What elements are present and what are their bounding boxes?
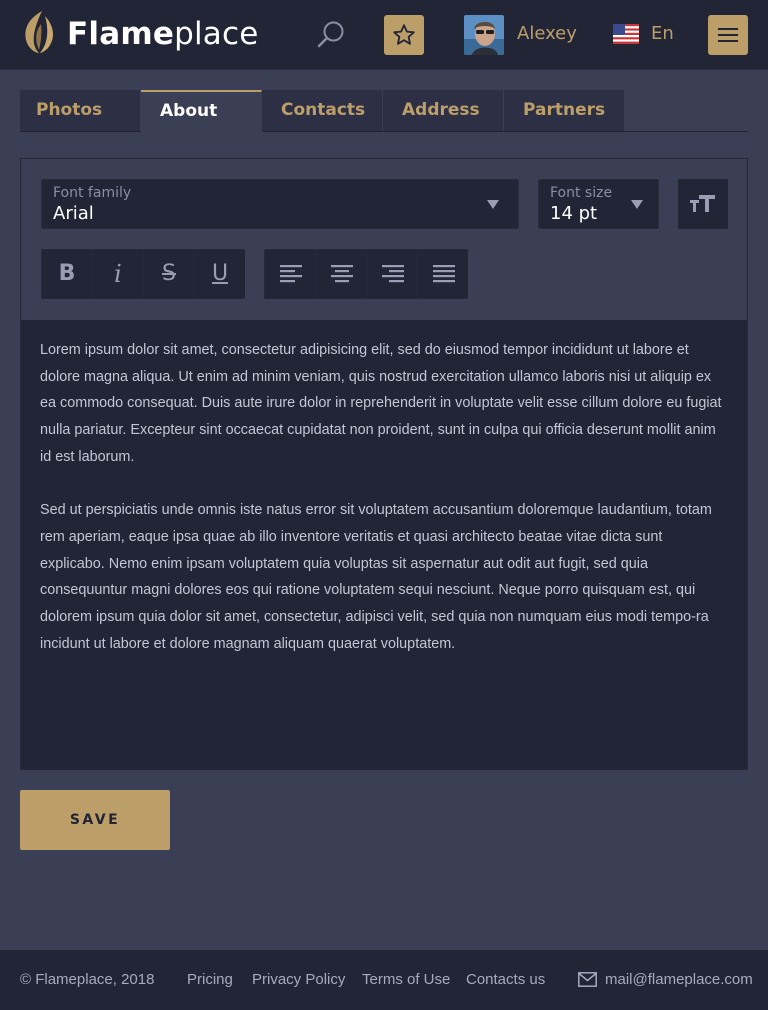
copyright-text: © Flameplace, 2018 xyxy=(20,971,155,988)
align-left-button[interactable] xyxy=(265,250,315,298)
font-size-label: Font size xyxy=(550,185,613,201)
mail-icon xyxy=(578,972,597,987)
about-editor: Font family Arial Font size 14 pt B i S … xyxy=(20,158,748,770)
align-justify-icon xyxy=(433,265,455,283)
font-size-value: 14 pt xyxy=(550,203,598,224)
font-size-select[interactable]: Font size 14 pt xyxy=(538,179,659,229)
underline-button[interactable]: U xyxy=(195,250,245,298)
footer-link-contacts[interactable]: Contacts us xyxy=(466,970,545,990)
bold-button[interactable]: B xyxy=(42,250,92,298)
editor-content-area[interactable]: Lorem ipsum dolor sit amet, consectetur … xyxy=(21,320,747,769)
align-right-button[interactable] xyxy=(367,250,417,298)
brand-light-text: place xyxy=(174,16,259,52)
tab-about[interactable]: About xyxy=(141,90,262,132)
align-center-button[interactable] xyxy=(316,250,366,298)
favorites-button[interactable] xyxy=(384,15,424,55)
font-family-label: Font family xyxy=(53,185,132,201)
text-size-icon xyxy=(690,195,715,212)
tab-address[interactable]: Address xyxy=(383,90,504,131)
save-button[interactable]: SAVE xyxy=(20,790,170,850)
tab-contacts[interactable]: Contacts xyxy=(262,90,383,131)
tab-photos[interactable]: Photos xyxy=(20,90,141,131)
brand-name[interactable]: Flameplace xyxy=(67,14,258,54)
content-paragraph: Sed ut perspiciatis unde omnis iste natu… xyxy=(40,502,712,652)
text-format-group: B i S U xyxy=(41,249,245,299)
underline-icon: U xyxy=(211,261,229,286)
align-justify-button[interactable] xyxy=(418,250,468,298)
profile-tabs: Photos About Contacts Address Partners xyxy=(20,90,748,132)
italic-icon: i xyxy=(114,260,122,288)
italic-button[interactable]: i xyxy=(93,250,143,298)
bold-icon: B xyxy=(58,261,76,286)
align-left-icon xyxy=(280,265,302,283)
strikethrough-icon: S xyxy=(162,261,176,286)
footer-link-terms-of-use[interactable]: Terms of Use xyxy=(362,970,450,990)
search-icon[interactable] xyxy=(314,18,348,52)
footer-email-link[interactable]: mail@flameplace.com xyxy=(605,970,753,990)
tab-partners[interactable]: Partners xyxy=(504,90,625,131)
footer-link-pricing[interactable]: Pricing xyxy=(187,970,233,990)
chevron-down-icon xyxy=(631,200,643,209)
star-icon xyxy=(393,24,415,45)
menu-line xyxy=(718,28,738,30)
hamburger-menu-button[interactable] xyxy=(708,15,748,55)
footer: © Flameplace, 2018 Pricing Privacy Polic… xyxy=(0,950,768,1010)
menu-line xyxy=(718,34,738,36)
menu-line xyxy=(718,40,738,42)
font-family-value: Arial xyxy=(53,203,94,224)
text-size-button[interactable] xyxy=(678,179,728,229)
align-center-icon xyxy=(331,265,353,283)
top-header: Flameplace Alexey En xyxy=(0,0,768,70)
font-family-select[interactable]: Font family Arial xyxy=(41,179,519,229)
user-name[interactable]: Alexey xyxy=(517,23,577,45)
chevron-down-icon xyxy=(487,200,499,209)
strikethrough-button[interactable]: S xyxy=(144,250,194,298)
avatar[interactable] xyxy=(464,15,504,55)
us-flag-icon[interactable] xyxy=(613,24,639,44)
flame-logo-icon[interactable] xyxy=(22,10,56,54)
footer-link-privacy-policy[interactable]: Privacy Policy xyxy=(252,970,345,990)
alignment-group xyxy=(264,249,468,299)
align-right-icon xyxy=(382,265,404,283)
brand-bold-text: Flame xyxy=(67,16,175,52)
tabs-baseline xyxy=(20,131,748,132)
content-paragraph: Lorem ipsum dolor sit amet, consectetur … xyxy=(40,342,722,465)
language-selector[interactable]: En xyxy=(651,23,674,45)
